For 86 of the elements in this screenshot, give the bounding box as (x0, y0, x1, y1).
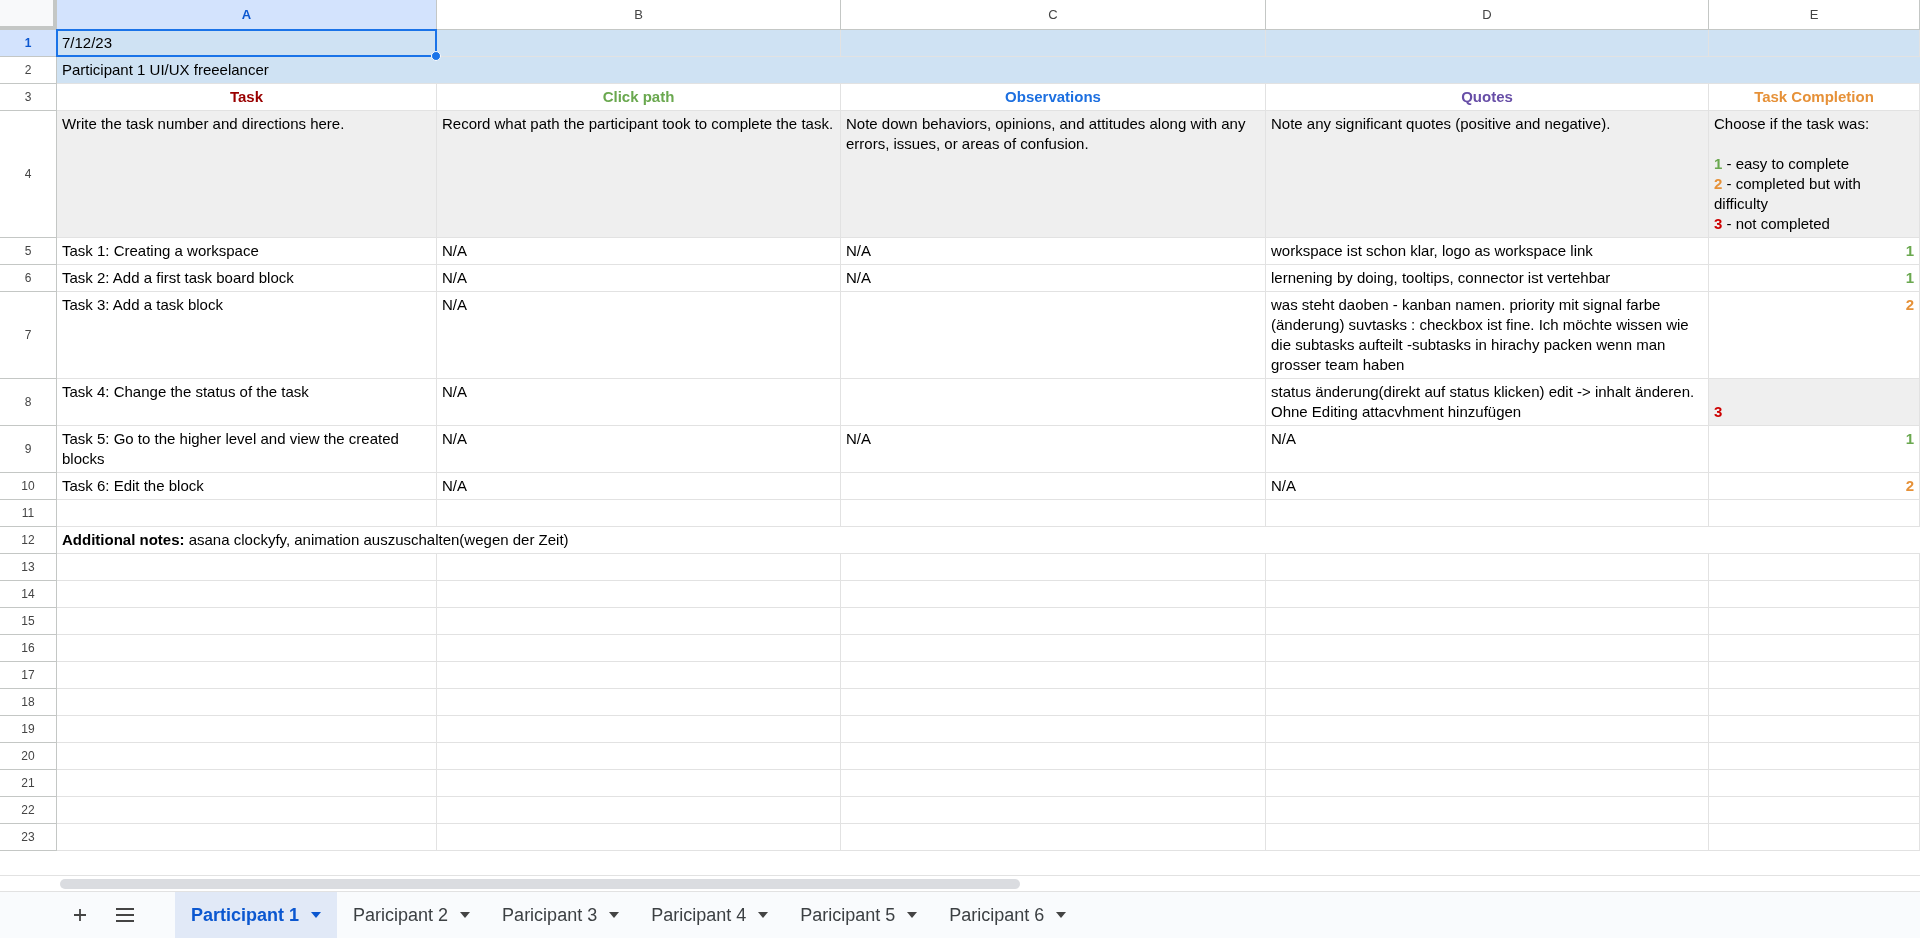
caret-icon (609, 912, 620, 918)
table-cell-text: N/A (442, 382, 468, 402)
row-header[interactable]: 17 (0, 662, 57, 689)
table-cell-text: Note down behaviors, opinions, and attitudes along with any errors, issues, or areas of confusion. (846, 114, 1247, 154)
score-value: 3 (1714, 402, 1723, 422)
row-header[interactable]: 18 (0, 689, 57, 716)
table-cell-text: N/A (442, 241, 468, 261)
table-cell-text: 7/12/23 (62, 33, 114, 53)
caret-icon (758, 912, 769, 918)
column-title: Quotes (1461, 88, 1513, 105)
column-title: Observations (1005, 88, 1101, 105)
row-header[interactable]: 15 (0, 608, 57, 635)
row-header[interactable]: 21 (0, 770, 57, 797)
caret-icon (1056, 912, 1067, 918)
row-header[interactable]: 16 (0, 635, 57, 662)
score-value: 1 (1905, 429, 1914, 449)
table-cell-text: N/A (1271, 429, 1297, 449)
column-header[interactable]: A (57, 0, 437, 30)
table-cell-text: Task 1: Creating a workspace (62, 241, 260, 261)
column-header[interactable]: B (437, 0, 841, 30)
row-header[interactable]: 9 (0, 426, 57, 473)
caret-icon (460, 912, 471, 918)
table-cell: Record what path the participant took to complete the task. (442, 114, 835, 134)
sheet-tab[interactable]: Paricipant 4 (635, 892, 785, 938)
sheet-tab[interactable]: Paricipant 5 (784, 892, 934, 938)
table-cell-text: N/A (442, 295, 468, 315)
table-cell-text: N/A (846, 241, 872, 261)
row-header[interactable]: 10 (0, 473, 57, 500)
table-cell-text: Task 6: Edit the block (62, 476, 205, 496)
column-title: Task Completion (1754, 88, 1874, 105)
table-cell-text: lernening by doing, tooltips, connector ist vertehbar (1271, 268, 1612, 288)
column-header[interactable]: E (1709, 0, 1920, 30)
row-header[interactable]: 19 (0, 716, 57, 743)
row-header[interactable]: 23 (0, 824, 57, 851)
table-cell-text: Task 5: Go to the higher level and view the created blocks (62, 429, 400, 469)
row-header[interactable]: 11 (0, 500, 57, 527)
column-title: Click path (602, 88, 675, 105)
table-cell-text: workspace ist schon klar, logo as workspace link (1271, 241, 1594, 261)
table-cell-text: was steht daoben - kanban namen. priority mit signal farbe (änderung) suvtasks : checkbox ist fine. Ich möchte wissen wie die subtasks aufteilt -subtasks in hirachy packen wenn man grosser team haben (1271, 295, 1690, 375)
row-header[interactable]: 1 (0, 30, 57, 57)
row-header[interactable]: 6 (0, 265, 57, 292)
column-header[interactable]: D (1266, 0, 1709, 30)
menu-icon (116, 908, 134, 922)
row-header[interactable]: 4 (0, 111, 57, 238)
column-header[interactable]: C (841, 0, 1266, 30)
table-cell-text: N/A (1271, 476, 1297, 496)
caret-icon (907, 912, 918, 918)
sheet-tab[interactable]: Paricipant 3 (486, 892, 636, 938)
table-cell-text: Task 4: Change the status of the task (62, 382, 310, 402)
table-cell-text: Task 2: Add a first task board block (62, 268, 295, 288)
row-header[interactable]: 8 (0, 379, 57, 426)
table-cell-text: N/A (846, 429, 872, 449)
row-header[interactable]: 14 (0, 581, 57, 608)
legend-entry: 3 - not completed (1714, 214, 1830, 234)
row-header[interactable]: 12 (0, 527, 57, 554)
table-cell-text: Write the task number and directions here. (62, 114, 346, 134)
row-header[interactable]: 3 (0, 84, 57, 111)
score-value: 2 (1905, 476, 1914, 496)
caret-icon (311, 912, 322, 918)
score-value: 1 (1905, 268, 1914, 288)
sheet-tab[interactable]: Paricipant 2 (337, 892, 487, 938)
table-cell-text: Note any significant quotes (positive and negative). (1271, 114, 1612, 134)
column-title: Task (229, 88, 264, 105)
score-value: 1 (1905, 241, 1914, 261)
table-cell-text: N/A (846, 268, 872, 288)
table-cell-text: N/A (442, 429, 468, 449)
row-header[interactable]: 13 (0, 554, 57, 581)
score-value: 2 (1905, 295, 1914, 315)
row-header[interactable]: 7 (0, 292, 57, 379)
sheet-tab[interactable]: Participant 1 (175, 892, 338, 938)
row-header[interactable]: 22 (0, 797, 57, 824)
horizontal-scrollbar[interactable] (60, 878, 1020, 889)
table-cell-text: Task 3: Add a task block (62, 295, 224, 315)
legend-entry: 2 - completed but with difficulty (1714, 174, 1862, 214)
table-cell-text: status änderung(direkt auf status klicken) edit -> inhalt änderen. Ohne Editing attacvhment hinzufügen (1271, 382, 1696, 422)
row-header[interactable]: 20 (0, 743, 57, 770)
legend-entry: 1 - easy to complete (1714, 154, 1850, 174)
plus-icon (72, 907, 88, 923)
table-cell: Participant 1 UI/UX freeelancer (62, 61, 269, 78)
table-cell-text: N/A (442, 476, 468, 496)
legend-intro: Choose if the task was: (1714, 114, 1871, 134)
row-header[interactable]: 5 (0, 238, 57, 265)
row-header[interactable]: 2 (0, 57, 57, 84)
table-cell: Additional notes: asana clockyfy, animation auszuschalten(wegen der Zeit) (62, 531, 569, 548)
table-cell-text: N/A (442, 268, 468, 288)
sheet-tab[interactable]: Paricipant 6 (933, 892, 1083, 938)
